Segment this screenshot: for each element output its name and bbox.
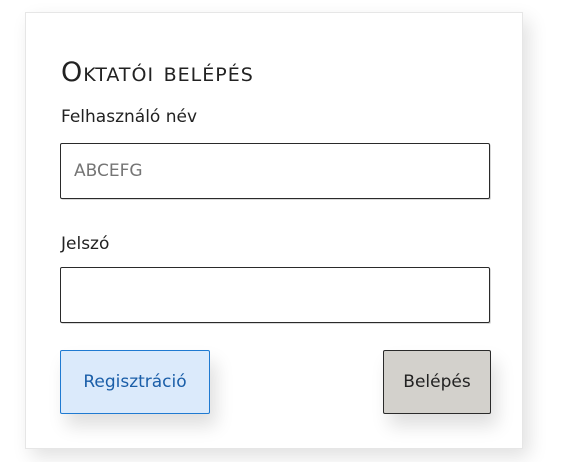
password-field-box [60,267,490,323]
username-field-box [60,143,490,199]
username-label: Felhasználó név [61,107,198,127]
password-label: Jelszó [61,234,110,254]
username-input[interactable] [61,144,489,198]
login-button[interactable]: Belépés [383,350,491,414]
register-button[interactable]: Regisztráció [60,350,210,414]
password-input[interactable] [61,268,489,322]
login-card: Oktatói belépés Felhasználó név Jelszó R… [25,12,523,449]
form-title: Oktatói belépés [61,57,254,88]
